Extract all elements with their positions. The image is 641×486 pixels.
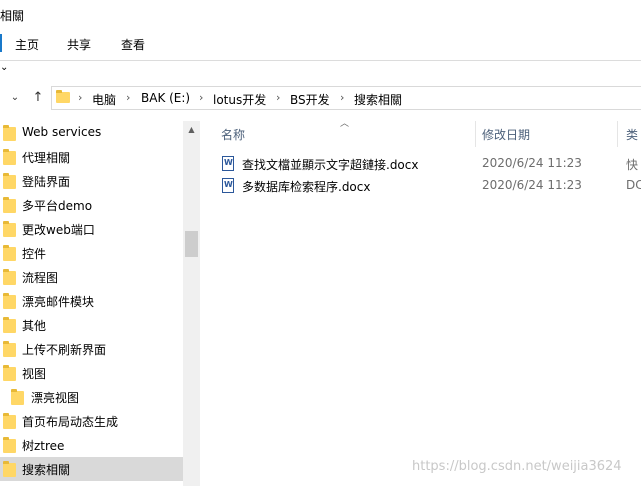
folder-icon [3,437,16,453]
tree-item[interactable]: 视图 [0,361,183,385]
folder-icon [3,269,16,285]
column-header-type[interactable]: 类 [626,126,638,143]
tree-item[interactable]: 其他 [0,313,183,337]
watermark: https://blog.csdn.net/weijia3624 [412,459,622,474]
folder-icon [3,413,16,429]
column-header-name[interactable]: 名称 [221,126,245,143]
tab-share[interactable]: 共享 [67,36,91,53]
tree-item[interactable]: 漂亮邮件模块 [0,289,183,313]
ribbon-collapse-button[interactable]: ⌄ [0,61,641,77]
column-divider[interactable] [475,121,476,147]
file-name: 查找文檔並顯示文字超鏈接.docx [242,158,419,172]
column-divider[interactable] [617,121,618,147]
file-row[interactable]: 查找文檔並顯示文字超鏈接.docx 2020/6/24 11:23 快 [218,153,641,175]
file-name: 多数据库检索程序.docx [242,180,371,194]
tree-item[interactable]: 更改web端口 [0,217,183,241]
folder-icon [3,197,16,213]
tree-item-label: 代理相關 [22,151,71,165]
tree-item[interactable]: 树ztree [0,433,183,457]
tree-item-label: 首页布局动态生成 [22,415,119,429]
tree-item-label: 上传不刷新界面 [22,343,107,357]
folder-icon [3,149,16,165]
tree-item-label: 更改web端口 [22,223,95,237]
tree-item-label: 漂亮邮件模块 [22,295,95,309]
tree-item-label: 其他 [22,319,47,333]
file-type: 快 [626,158,639,172]
folder-icon [3,461,16,477]
tree-item[interactable]: 登陆界面 [0,169,183,193]
breadcrumb-computer[interactable]: 电脑 [92,91,116,108]
tab-home[interactable]: 主页 [15,36,39,53]
breadcrumb-drive[interactable]: BAK (E:) [141,91,190,105]
address-bar[interactable] [51,86,641,110]
scrollbar-thumb[interactable] [185,231,198,257]
up-arrow-icon[interactable]: ↑ [30,90,46,106]
tree-item[interactable]: 首页布局动态生成 [0,409,183,433]
file-row[interactable]: 多数据库检索程序.docx 2020/6/24 11:23 DC [218,175,641,197]
folder-icon [3,245,16,261]
sort-ascending-icon: ︿ [340,119,350,129]
tree-item-label: Web services [22,125,102,139]
file-date: 2020/6/24 11:23 [482,178,582,192]
folder-icon [3,125,16,141]
tree-item-label: 搜索相關 [22,463,71,477]
recent-locations-icon[interactable]: ⌄ [7,90,23,106]
chevron-right-icon[interactable]: › [199,91,203,104]
tree-item-label: 控件 [22,247,47,261]
tree-item[interactable]: 代理相關 [0,145,183,169]
breadcrumb-bs[interactable]: BS开发 [290,91,330,108]
tab-view[interactable]: 查看 [121,36,145,53]
word-document-icon [222,156,234,171]
tree-item-label: 流程图 [22,271,59,285]
tree-item-label: 树ztree [22,439,65,453]
window-title: 相關 [0,9,25,23]
folder-icon [3,221,16,237]
tree-item[interactable]: 多平台demo [0,193,183,217]
ribbon-tabs: 主页 共享 查看 [0,30,641,61]
file-date: 2020/6/24 11:23 [482,156,582,170]
tree-item-label: 视图 [22,367,47,381]
folder-icon [3,341,16,357]
folder-icon [3,173,16,189]
breadcrumb-current[interactable]: 搜索相關 [354,91,402,108]
active-tab-indicator [0,34,2,52]
tree-item-selected[interactable]: 搜索相關 [0,457,183,481]
folder-icon [11,389,24,405]
tree-item-label: 登陆界面 [22,175,71,189]
breadcrumb-lotus[interactable]: lotus开发 [213,91,266,108]
title-bar: 相關 [0,0,641,30]
navigation-pane: Web services 代理相關 登陆界面 多平台demo 更改web端口 控… [0,121,183,486]
folder-icon [3,365,16,381]
file-type: DC [626,178,641,192]
folder-icon [3,317,16,333]
folder-icon [3,293,16,309]
tree-item[interactable]: 上传不刷新界面 [0,337,183,361]
tree-item-label: 多平台demo [22,199,93,213]
tree-item[interactable]: 控件 [0,241,183,265]
chevron-right-icon: › [78,91,83,104]
word-document-icon [222,178,234,193]
tree-item-label: 漂亮视图 [31,391,80,405]
tree-item[interactable]: 流程图 [0,265,183,289]
tree-item[interactable]: Web services [0,121,183,145]
column-header-date[interactable]: 修改日期 [482,126,530,143]
tree-item[interactable]: 漂亮视图 [0,385,183,409]
scroll-up-icon[interactable]: ▲ [183,121,200,138]
folder-icon [56,90,70,103]
chevron-right-icon[interactable]: › [276,91,280,104]
chevron-right-icon[interactable]: › [340,91,344,104]
chevron-right-icon[interactable]: › [126,91,130,104]
chevron-down-icon: ⌄ [0,62,9,73]
nav-scrollbar[interactable] [183,121,200,486]
